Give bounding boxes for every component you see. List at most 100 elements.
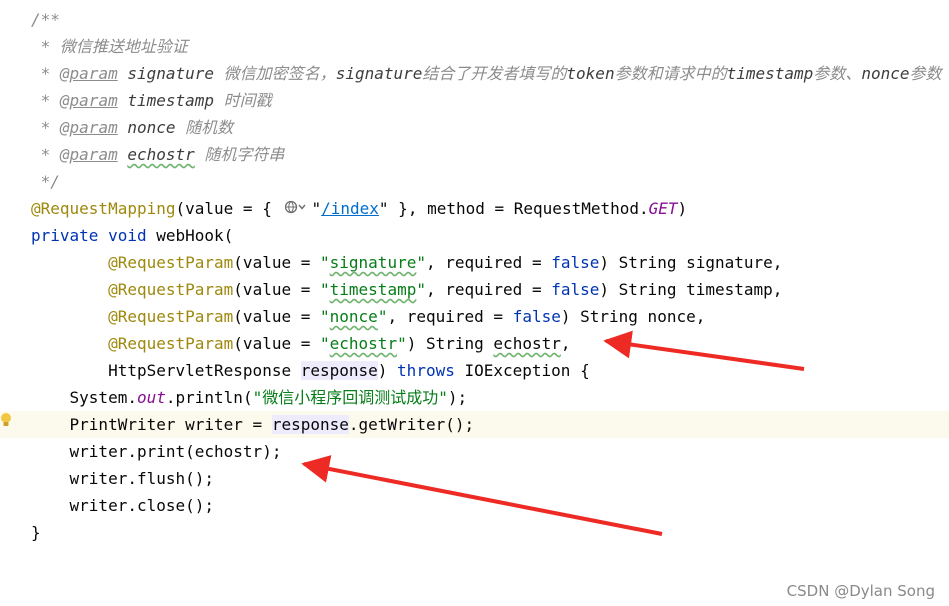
code-token: IOException { <box>454 361 590 380</box>
code-line[interactable]: @RequestMapping(value = { "/index" }, me… <box>0 195 949 222</box>
code-token: , required = <box>387 307 513 326</box>
code-token: 参数和请求中的 <box>614 64 727 83</box>
code-token: 随机字符串 <box>194 145 285 164</box>
code-token: false <box>512 307 561 326</box>
code-token: @RequestMapping <box>31 199 176 218</box>
code-token: 随机数 <box>175 118 234 137</box>
code-token: echostr <box>127 145 195 164</box>
code-line[interactable]: writer.close(); <box>0 492 949 519</box>
code-token: }, method = RequestMethod. <box>388 199 649 218</box>
code-token: ) String timestamp, <box>599 280 783 299</box>
code-token: 结合了开发者填写的 <box>422 64 567 83</box>
code-token: @param <box>59 118 118 137</box>
code-token: 参数 <box>909 64 942 83</box>
code-line[interactable]: @RequestParam(value = "signature", requi… <box>0 249 949 276</box>
code-line[interactable]: * @param echostr 随机字符串 <box>0 141 949 168</box>
code-line[interactable]: PrintWriter writer = response.getWriter(… <box>0 411 949 438</box>
code-token: void <box>108 226 147 245</box>
code-token: " <box>397 334 407 353</box>
code-token: , required = <box>425 280 552 299</box>
code-line[interactable]: * @param signature 微信加密签名，signature结合了开发… <box>0 60 949 87</box>
code-token: false <box>551 253 600 272</box>
code-token: token <box>566 64 615 83</box>
code-token: private <box>31 226 99 245</box>
code-token: * 微信推送地址验证 <box>40 37 188 56</box>
code-token: throws <box>397 361 455 380</box>
code-token: timestamp <box>726 64 814 83</box>
code-token: " <box>416 253 426 272</box>
code-token: ) <box>677 199 688 218</box>
code-token: @RequestParam <box>108 334 234 353</box>
code-token: , <box>560 334 571 353</box>
code-line[interactable]: * @param timestamp 时间戳 <box>0 87 949 114</box>
code-token: (value = <box>233 253 320 272</box>
code-line[interactable]: @RequestParam(value = "timestamp", requi… <box>0 276 949 303</box>
code-token: 时间戳 <box>214 91 272 110</box>
code-token: echostr <box>493 334 561 353</box>
code-line[interactable]: * 微信推送地址验证 <box>0 33 949 60</box>
code-token: , required = <box>425 253 552 272</box>
code-line[interactable]: */ <box>0 168 949 195</box>
code-token: @param <box>59 145 118 164</box>
code-token: 微信加密签名， <box>214 64 336 83</box>
code-line[interactable]: * @param nonce 随机数 <box>0 114 949 141</box>
code-line[interactable]: /** <box>0 6 949 33</box>
code-token: timestamp <box>329 280 417 299</box>
code-token: response <box>271 415 349 434</box>
code-token: */ <box>40 172 60 191</box>
code-token: " <box>311 199 322 218</box>
code-token: @RequestParam <box>108 307 234 326</box>
code-line[interactable]: System.out.println("微信小程序回调测试成功"); <box>0 384 949 411</box>
code-token: out <box>136 388 166 407</box>
code-token: " <box>320 334 330 353</box>
code-token: (value = { <box>175 199 282 218</box>
code-token: writer.close(); <box>69 496 215 515</box>
code-token: 参数、 <box>813 64 862 83</box>
code-line[interactable]: writer.flush(); <box>0 465 949 492</box>
watermark: CSDN @Dylan Song <box>786 582 935 600</box>
code-line[interactable]: @RequestParam(value = "echostr") String … <box>0 330 949 357</box>
code-token: " <box>320 307 330 326</box>
code-token: " <box>378 199 389 218</box>
code-token: nonce <box>127 118 176 137</box>
code-token: HttpServletResponse <box>108 361 301 380</box>
code-token: timestamp <box>127 91 215 110</box>
code-token: false <box>551 280 600 299</box>
code-editor[interactable]: /** * 微信推送地址验证 * @param signature 微信加密签名… <box>0 0 949 606</box>
code-token: (value = <box>233 307 320 326</box>
code-indent: /** <box>31 10 60 29</box>
code-token: * <box>40 145 60 164</box>
code-token: @RequestParam <box>108 253 234 272</box>
code-token: @param <box>59 91 118 110</box>
code-token: " <box>377 307 388 326</box>
code-token: /index <box>321 199 379 218</box>
intention-bulb-icon[interactable] <box>0 412 12 428</box>
code-line[interactable]: writer.print(echostr); <box>0 438 949 465</box>
code-token: nonce <box>861 64 910 83</box>
code-line[interactable]: HttpServletResponse response) throws IOE… <box>0 357 949 384</box>
code-token: @RequestParam <box>108 280 234 299</box>
code-line[interactable]: @RequestParam(value = "nonce", required … <box>0 303 949 330</box>
code-token: PrintWriter writer = <box>69 415 272 434</box>
code-token: ) String signature, <box>599 253 783 272</box>
code-token: writer.print(echostr); <box>69 442 282 461</box>
code-token: response <box>300 361 378 380</box>
code-line[interactable]: } <box>0 519 949 546</box>
code-token: ) <box>377 361 398 380</box>
globe-dropdown-icon[interactable] <box>283 200 309 220</box>
code-token: "微信小程序回调测试成功" <box>252 388 448 407</box>
code-token: " <box>320 253 330 272</box>
code-token: ) String <box>406 334 494 353</box>
code-line[interactable]: private void webHook( <box>0 222 949 249</box>
